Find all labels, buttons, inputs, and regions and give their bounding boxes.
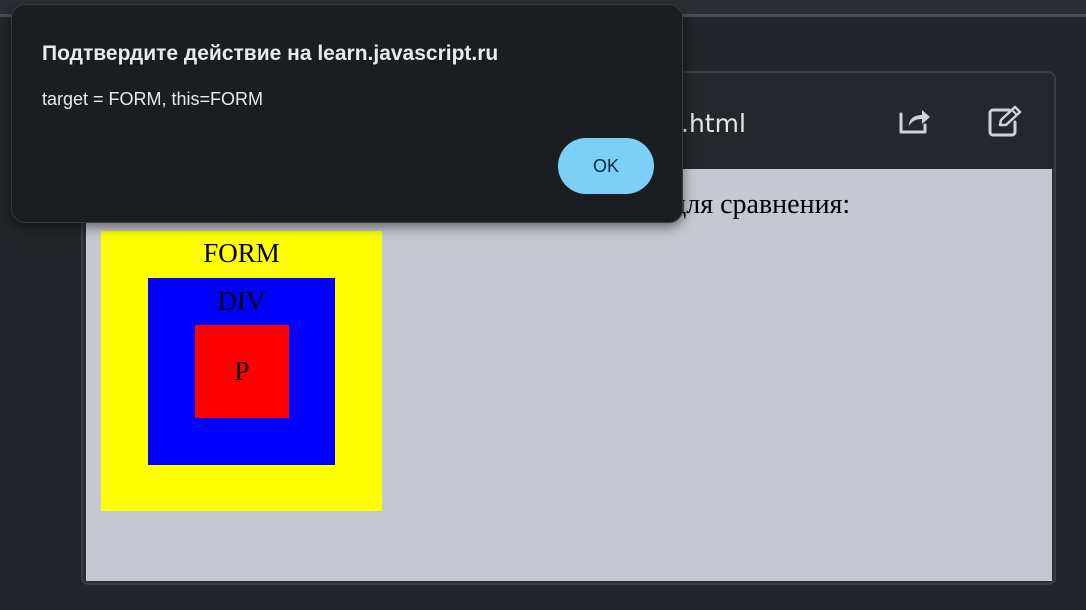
ok-button[interactable]: OK xyxy=(558,138,654,194)
dialog-title: Подтвердите действие на learn.javascript… xyxy=(42,42,499,65)
edit-button[interactable] xyxy=(985,101,1025,141)
share-icon xyxy=(899,110,930,134)
p-box[interactable]: P xyxy=(195,325,289,418)
share-button[interactable] xyxy=(895,101,935,141)
dialog-message: target = FORM, this=FORM xyxy=(42,89,264,109)
alert-dialog: Подтвердите действие на learn.javascript… xyxy=(11,4,683,223)
demo-text: для сравнения: xyxy=(672,189,851,220)
edit-icon xyxy=(988,105,1022,137)
p-label: P xyxy=(234,356,250,386)
div-label: DIV xyxy=(217,286,266,316)
div-box[interactable]: DIV P xyxy=(148,278,335,465)
file-name: .html xyxy=(681,109,746,138)
form-label: FORM xyxy=(203,238,280,268)
demo-result-area: для сравнения: FORM DIV P xyxy=(86,169,1052,581)
form-box[interactable]: FORM DIV P xyxy=(101,231,382,511)
